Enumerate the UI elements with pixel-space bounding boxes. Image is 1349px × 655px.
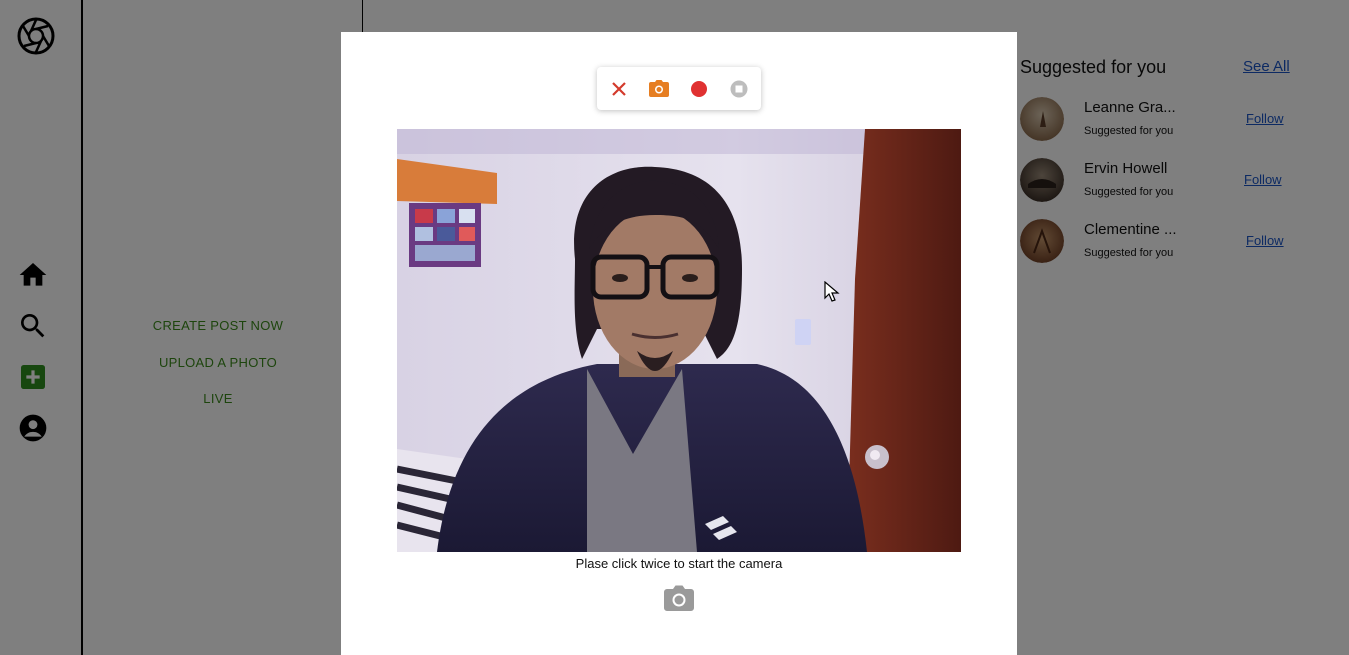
camera-icon <box>649 80 669 97</box>
camera-preview[interactable] <box>397 129 961 552</box>
stop-icon <box>730 80 748 98</box>
take-photo-button[interactable] <box>647 77 671 101</box>
record-icon <box>691 81 707 97</box>
close-icon <box>612 82 626 96</box>
close-button[interactable] <box>607 77 631 101</box>
record-button[interactable] <box>687 77 711 101</box>
camera-icon[interactable] <box>662 584 696 614</box>
stop-button[interactable] <box>727 77 751 101</box>
camera-hint-text: Plase click twice to start the camera <box>575 556 783 571</box>
camera-toolbar <box>597 67 761 110</box>
mouse-cursor-icon <box>824 281 840 302</box>
camera-modal: Plase click twice to start the camera <box>341 32 1017 655</box>
